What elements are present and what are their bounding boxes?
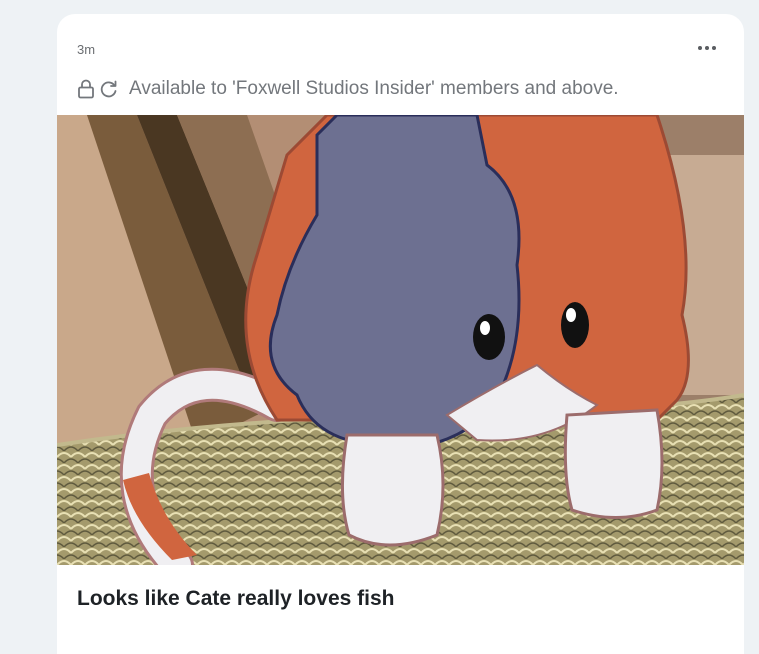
post-title[interactable]: Looks like Cate really loves fish (77, 587, 394, 611)
more-options-button[interactable] (696, 38, 718, 58)
post-card: 3m Available to 'Foxwell Studios Insider… (57, 14, 744, 654)
access-notice: Available to 'Foxwell Studios Insider' m… (77, 76, 619, 102)
post-image[interactable] (57, 115, 744, 565)
cat-with-fish-illustration (57, 115, 744, 565)
post-timestamp: 3m (77, 42, 96, 57)
more-horizontal-icon-dot (705, 46, 709, 50)
more-horizontal-icon-dot (712, 46, 716, 50)
lock-icon (77, 79, 95, 99)
more-horizontal-icon (698, 46, 702, 50)
refresh-icon (99, 79, 119, 99)
access-notice-text: Available to 'Foxwell Studios Insider' m… (129, 78, 619, 99)
